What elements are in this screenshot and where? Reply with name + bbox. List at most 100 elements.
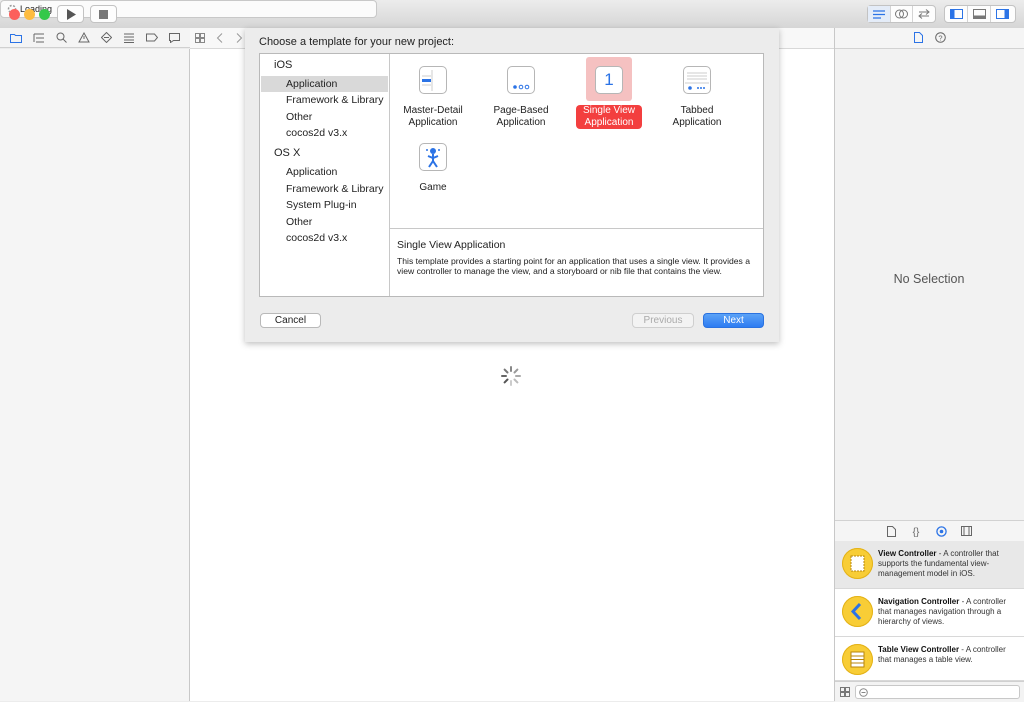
search-icon[interactable] xyxy=(56,32,67,43)
window-toolbar: Loading xyxy=(0,0,1024,29)
stop-icon xyxy=(99,9,108,19)
breakpoint-icon[interactable] xyxy=(146,33,159,42)
object-library-icon[interactable] xyxy=(936,525,947,537)
category-osx-cocos2d[interactable]: cocos2d v3.x xyxy=(261,230,388,246)
toggle-utilities-button[interactable] xyxy=(991,6,1013,22)
sheet-title: Choose a template for your new project: xyxy=(259,36,455,48)
folder-icon[interactable] xyxy=(9,33,22,43)
navigator-selector-bar xyxy=(0,28,190,48)
library-item-title: Navigation Controller xyxy=(878,597,960,606)
page-based-icon xyxy=(507,66,535,94)
version-editor-button[interactable] xyxy=(913,6,935,22)
back-chevron-icon[interactable] xyxy=(216,33,223,43)
grid-view-icon[interactable] xyxy=(840,687,850,697)
category-osx-system-plugin[interactable]: System Plug-in xyxy=(261,197,388,213)
category-osx-framework-library[interactable]: Framework & Library xyxy=(261,181,388,197)
template-label-line1: Single View xyxy=(582,105,636,116)
description-text: This template provides a starting point … xyxy=(397,256,751,276)
cancel-button[interactable]: Cancel xyxy=(260,313,321,328)
template-label-line2: Application xyxy=(584,117,634,128)
stop-button[interactable] xyxy=(90,5,117,23)
related-items-icon[interactable] xyxy=(195,33,205,43)
category-ios-other[interactable]: Other xyxy=(261,109,388,125)
file-template-icon[interactable] xyxy=(887,525,896,537)
template-master-detail[interactable]: Master-Detail Application xyxy=(390,66,476,129)
svg-text:?: ? xyxy=(938,33,942,42)
lines-icon xyxy=(872,9,885,19)
view-controller-icon xyxy=(842,548,873,579)
report-icon[interactable] xyxy=(169,32,181,43)
single-view-icon: 1 xyxy=(595,66,623,94)
next-button[interactable]: Next xyxy=(703,313,764,328)
library-item-title: Table View Controller xyxy=(878,645,960,654)
single-view-number: 1 xyxy=(604,70,614,89)
category-osx-application[interactable]: Application xyxy=(261,164,388,180)
run-button[interactable] xyxy=(57,5,84,23)
template-tabbed[interactable]: Tabbed Application xyxy=(654,66,740,129)
navigation-controller-icon xyxy=(842,596,873,627)
version-arrows-icon xyxy=(918,9,930,19)
debug-icon[interactable] xyxy=(123,33,135,43)
description-title: Single View Application xyxy=(397,239,506,251)
close-window-button[interactable] xyxy=(9,9,20,20)
template-label-line1: Master-Detail xyxy=(403,105,463,116)
project-navigator xyxy=(0,49,190,701)
hierarchy-icon[interactable] xyxy=(33,33,45,43)
template-game[interactable]: Game xyxy=(390,143,476,194)
template-label-line2: Application xyxy=(672,117,722,128)
library-filter-input[interactable] xyxy=(855,685,1020,699)
inspector-selector-bar: ? xyxy=(835,28,1024,49)
bottom-panel-icon xyxy=(972,9,986,19)
previous-button[interactable]: Previous xyxy=(632,313,694,328)
play-icon xyxy=(66,8,76,20)
table-view-controller-icon xyxy=(842,644,873,675)
category-ios-framework-library[interactable]: Framework & Library xyxy=(261,92,388,108)
template-label-line1: Page-Based xyxy=(493,105,549,116)
category-header-ios: iOS xyxy=(274,59,293,71)
template-label-line1: Game xyxy=(419,182,447,193)
filter-icon xyxy=(859,688,868,697)
library-filter-bar xyxy=(835,681,1024,702)
tabbed-icon xyxy=(683,66,711,94)
template-label-line2: Application xyxy=(496,117,546,128)
template-page-based[interactable]: Page-Based Application xyxy=(478,66,564,129)
editor-mode-segmented-control xyxy=(867,5,936,23)
game-icon xyxy=(419,143,447,171)
test-diamond-icon[interactable] xyxy=(101,32,113,43)
category-osx-other[interactable]: Other xyxy=(261,214,388,230)
library-item-view-controller[interactable]: View Controller - A controller that supp… xyxy=(835,541,1024,589)
template-chooser-sheet: Choose a template for your new project: … xyxy=(245,28,779,342)
toggle-navigator-button[interactable] xyxy=(945,6,968,22)
file-inspector-icon[interactable] xyxy=(914,32,923,43)
loading-spinner xyxy=(501,366,521,386)
library-item-table-view-controller[interactable]: Table View Controller - A controller tha… xyxy=(835,637,1024,681)
warning-icon[interactable] xyxy=(78,32,90,43)
library-item-navigation-controller[interactable]: Navigation Controller - A controller tha… xyxy=(835,589,1024,637)
template-grid: Master-Detail Application Page-Based Appli… xyxy=(390,54,763,228)
forward-chevron-icon[interactable] xyxy=(236,33,243,43)
master-detail-icon xyxy=(419,66,447,94)
media-library-icon[interactable] xyxy=(961,526,972,536)
category-ios-cocos2d[interactable]: cocos2d v3.x xyxy=(261,125,388,141)
category-header-osx: OS X xyxy=(274,147,301,159)
view-toggle-segmented-control xyxy=(944,5,1016,23)
assistant-rings-icon xyxy=(895,9,908,19)
category-ios-application[interactable]: Application xyxy=(261,76,388,92)
library-item-title: View Controller xyxy=(878,549,937,558)
template-category-list: iOS Application Framework & Library Othe… xyxy=(260,54,390,296)
template-single-view[interactable]: 1 Single View Application xyxy=(566,57,652,129)
standard-editor-button[interactable] xyxy=(868,6,891,22)
template-label-line1: Tabbed xyxy=(680,105,714,116)
toggle-debug-area-button[interactable] xyxy=(968,6,991,22)
code-snippet-icon[interactable]: {} xyxy=(910,526,922,537)
zoom-window-button[interactable] xyxy=(39,9,50,20)
library-selector-bar: {} xyxy=(835,520,1024,542)
template-browser: iOS Application Framework & Library Othe… xyxy=(259,53,764,297)
help-icon[interactable]: ? xyxy=(935,32,946,43)
no-selection-label: No Selection xyxy=(893,272,965,286)
template-description-pane: Single View Application This template pr… xyxy=(390,228,763,297)
left-panel-icon xyxy=(949,9,963,19)
minimize-window-button[interactable] xyxy=(24,9,35,20)
template-label-line2: Application xyxy=(408,117,458,128)
assistant-editor-button[interactable] xyxy=(891,6,914,22)
